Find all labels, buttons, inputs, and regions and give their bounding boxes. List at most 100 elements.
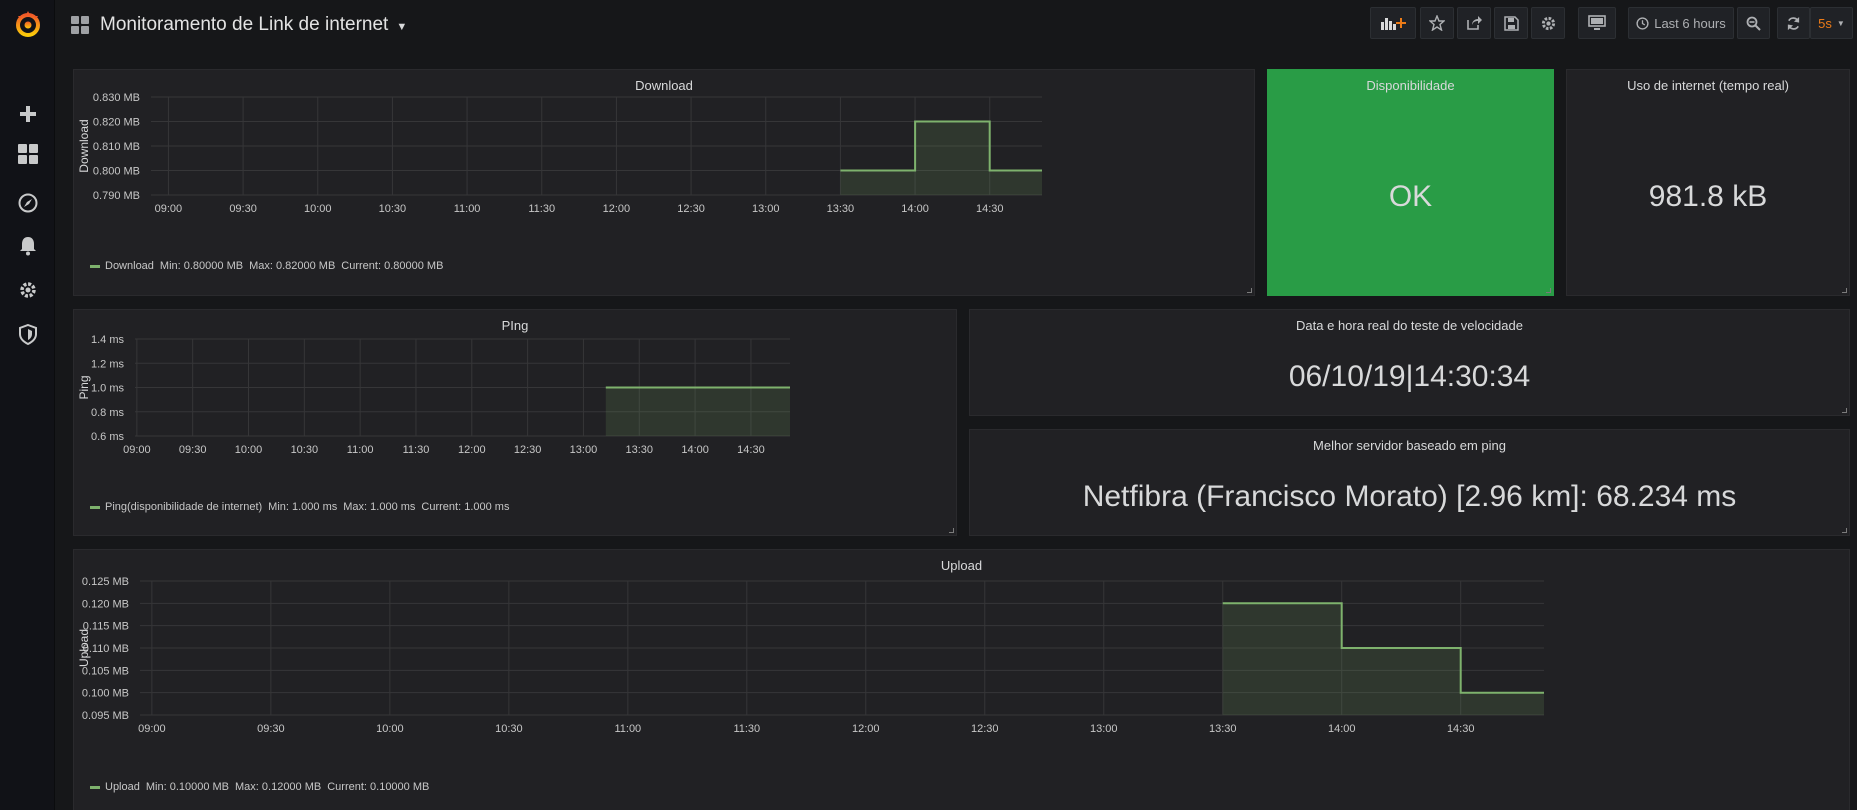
- x-tick-label: 13:30: [827, 203, 855, 215]
- y-tick-label: 1.4 ms: [91, 334, 125, 346]
- x-tick-label: 09:00: [138, 723, 166, 735]
- y-tick-label: 1.2 ms: [91, 358, 125, 370]
- grafana-logo-icon[interactable]: [0, 4, 55, 44]
- x-tick-label: 12:00: [852, 723, 880, 735]
- upload-graph[interactable]: 0.095 MB0.100 MB0.105 MB0.110 MB0.115 MB…: [74, 550, 1851, 810]
- x-tick-label: 09:00: [123, 444, 151, 456]
- datetime-panel: Data e hora real do teste de velocidade …: [969, 309, 1850, 416]
- x-tick-label: 14:00: [901, 203, 929, 215]
- save-button[interactable]: [1494, 7, 1528, 39]
- x-tick-label: 14:30: [1447, 723, 1475, 735]
- clock-icon: [1636, 16, 1649, 30]
- series-area: [840, 121, 1042, 195]
- resize-handle[interactable]: [1842, 528, 1847, 533]
- x-tick-label: 11:00: [614, 723, 641, 735]
- y-tick-label: 0.095 MB: [82, 710, 129, 722]
- x-tick-label: 12:00: [603, 203, 631, 215]
- x-tick-label: 12:30: [677, 203, 705, 215]
- side-menu: [0, 0, 55, 810]
- resize-handle[interactable]: [949, 528, 954, 533]
- panel-title[interactable]: Disponibilidade: [1268, 78, 1553, 93]
- refresh-interval-picker[interactable]: 5s ▼: [1810, 7, 1853, 39]
- y-tick-label: 0.6 ms: [91, 431, 125, 443]
- availability-panel: Disponibilidade OK: [1267, 69, 1554, 296]
- x-tick-label: 10:30: [291, 444, 319, 456]
- navbar: Monitoramento de Link de internet ▼ Last…: [55, 0, 1857, 50]
- panel-title[interactable]: Uso de internet (tempo real): [1567, 78, 1849, 93]
- availability-value: OK: [1388, 180, 1433, 213]
- y-tick-label: 1.0 ms: [91, 383, 125, 395]
- resize-handle[interactable]: [1247, 288, 1252, 293]
- x-tick-label: 10:00: [304, 203, 332, 215]
- y-axis-label: Download: [77, 119, 91, 172]
- y-axis-label: Ping: [77, 375, 91, 399]
- x-tick-label: 11:30: [733, 723, 760, 735]
- best-server-panel: Melhor servidor baseado em ping Netfibra…: [969, 429, 1850, 536]
- legend-series-name[interactable]: Upload: [105, 781, 140, 793]
- panel-title[interactable]: Melhor servidor baseado em ping: [970, 438, 1849, 453]
- legend-max: Max: 1.000 ms: [343, 501, 416, 513]
- upload-panel: Upload 0.095 MB 0.100 MB 0.105 MB 0.110 MB 0…: [73, 549, 1850, 810]
- zoom-out-button[interactable]: [1737, 7, 1770, 39]
- y-tick-label: 0.125 MB: [82, 576, 129, 588]
- x-tick-label: 12:30: [971, 723, 999, 735]
- upload-legend: Upload Min: 0.10000 MB Max: 0.12000 MB C…: [90, 781, 435, 793]
- legend-swatch: [90, 505, 100, 509]
- save-icon: [1503, 15, 1519, 31]
- dashboard-title: Monitoramento de Link de internet: [100, 14, 389, 35]
- dashboards-icon[interactable]: [0, 134, 55, 174]
- tv-mode-button[interactable]: [1578, 7, 1616, 39]
- plus-icon[interactable]: [0, 94, 55, 134]
- settings-button[interactable]: [1531, 7, 1565, 39]
- legend-min: Min: 1.000 ms: [268, 501, 338, 513]
- caret-down-icon: ▼: [396, 21, 408, 33]
- x-tick-label: 13:00: [1090, 723, 1118, 735]
- dashboard-title-picker[interactable]: Monitoramento de Link de internet ▼: [71, 14, 407, 36]
- x-tick-label: 11:30: [403, 444, 430, 456]
- resize-handle[interactable]: [1842, 288, 1847, 293]
- dashboard-grid-icon: [71, 15, 89, 34]
- ping-panel: PIng 0.6 ms 0.8 ms 1.0 ms 1.2 ms 1.4 ms 09:00…: [73, 309, 957, 536]
- add-panel-button[interactable]: [1370, 7, 1416, 39]
- x-tick-label: 13:30: [1209, 723, 1237, 735]
- time-range-picker[interactable]: Last 6 hours: [1628, 7, 1734, 39]
- explore-compass-icon[interactable]: [0, 183, 55, 223]
- y-tick-label: 0.820 MB: [93, 117, 140, 129]
- y-tick-label: 0.830 MB: [93, 92, 140, 104]
- best-server-value: Netfibra (Francisco Morato) [2.96 km]: 6…: [1082, 480, 1737, 513]
- download-panel: Download 0.790 MB 0.800 MB 0.810 MB 0.820 M…: [73, 69, 1255, 296]
- add-panel-icon: [1381, 18, 1406, 30]
- x-tick-label: 10:30: [495, 723, 523, 735]
- alerting-bell-icon[interactable]: [0, 226, 55, 266]
- refresh-button[interactable]: [1777, 7, 1810, 39]
- legend-series-name[interactable]: Ping(disponibilidade de internet): [105, 501, 262, 513]
- usage-value: 981.8 kB: [1648, 180, 1768, 213]
- x-tick-label: 14:00: [1328, 723, 1356, 735]
- share-button[interactable]: [1457, 7, 1491, 39]
- legend-swatch: [90, 264, 100, 268]
- caret-down-icon: ▼: [1836, 18, 1845, 28]
- resize-handle[interactable]: [1546, 288, 1551, 293]
- y-tick-label: 0.810 MB: [93, 141, 140, 153]
- x-tick-label: 14:30: [976, 203, 1004, 215]
- x-tick-label: 13:00: [570, 444, 598, 456]
- resize-handle[interactable]: [1842, 408, 1847, 413]
- server-admin-shield-icon[interactable]: [0, 314, 55, 354]
- star-button[interactable]: [1420, 7, 1454, 39]
- x-tick-label: 10:00: [235, 444, 263, 456]
- x-tick-label: 13:30: [626, 444, 654, 456]
- y-tick-label: 0.790 MB: [93, 190, 140, 202]
- x-tick-label: 14:00: [681, 444, 709, 456]
- y-axis-label: Upload: [77, 629, 91, 667]
- x-tick-label: 11:30: [528, 203, 555, 215]
- legend-min: Min: 0.80000 MB: [159, 260, 244, 272]
- x-tick-label: 13:00: [752, 203, 780, 215]
- legend-series-name[interactable]: Download: [105, 260, 154, 272]
- series-area: [1222, 603, 1544, 715]
- configuration-gear-icon[interactable]: [0, 270, 55, 310]
- y-tick-label: 0.800 MB: [93, 166, 140, 178]
- usage-panel: Uso de internet (tempo real) 981.8 kB: [1566, 69, 1850, 296]
- x-tick-label: 09:30: [229, 203, 257, 215]
- panel-title[interactable]: Data e hora real do teste de velocidade: [970, 318, 1849, 333]
- legend-current: Current: 0.10000 MB: [327, 781, 430, 793]
